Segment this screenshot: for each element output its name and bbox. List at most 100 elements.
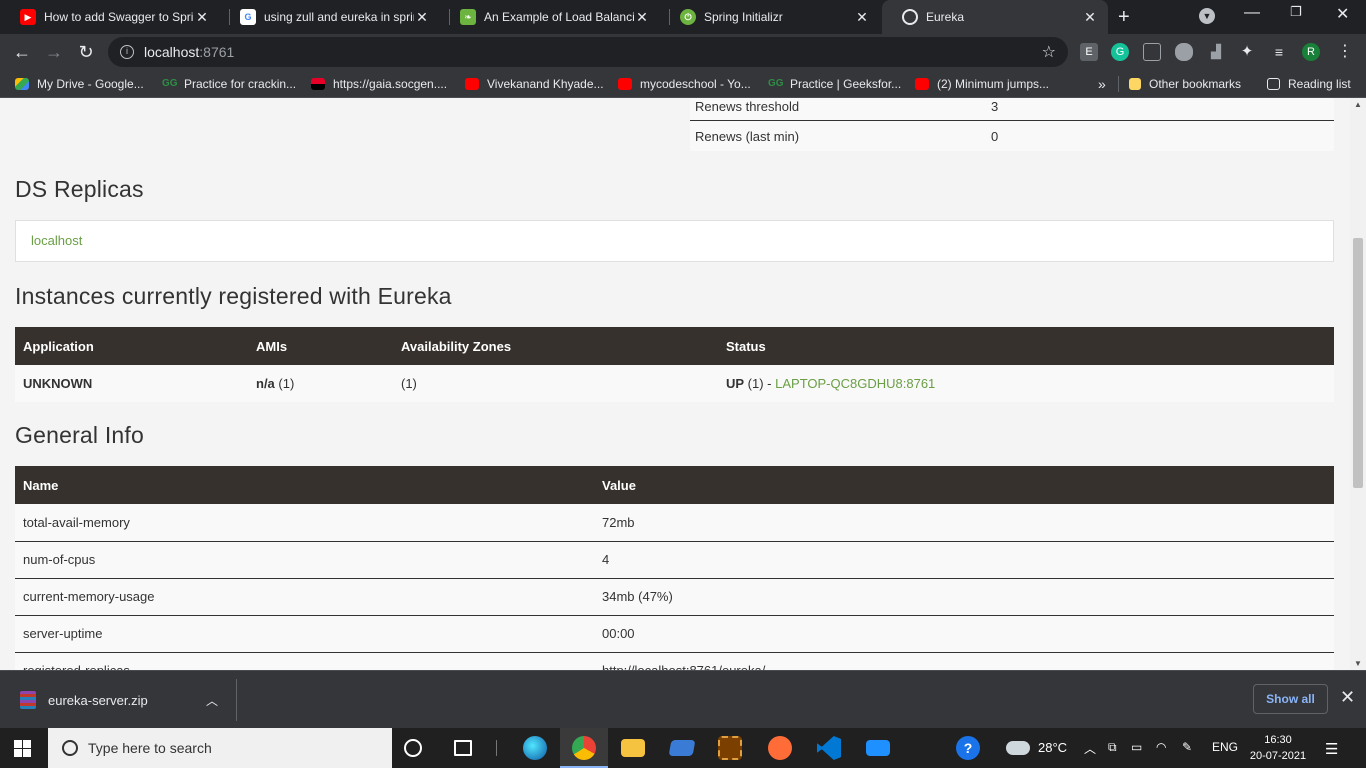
scroll-up-icon[interactable]: ▲ [1354, 100, 1362, 109]
close-tab-icon[interactable]: ✕ [194, 9, 210, 26]
download-item[interactable]: eureka-server.zip ︿ [0, 679, 237, 721]
meet-now-icon[interactable]: ⧉ [1108, 740, 1117, 755]
pen-icon[interactable]: ✎ [1182, 740, 1192, 754]
reload-icon[interactable]: ↻ [74, 40, 98, 64]
media-control-icon[interactable]: ≡ [1270, 43, 1288, 61]
page-scrollbar[interactable]: ▲ ▼ [1350, 98, 1366, 670]
info-name: total-avail-memory [15, 504, 594, 541]
google-icon: G [240, 9, 256, 25]
show-all-button[interactable]: Show all [1253, 684, 1328, 714]
extension-game-icon[interactable] [1175, 43, 1193, 61]
monitor-app-icon[interactable] [866, 740, 890, 756]
youtube-icon [915, 78, 929, 90]
bookmark-geeksforgeeks[interactable]: GG Practice | Geeksfor... [768, 76, 901, 92]
socgen-icon [311, 78, 325, 90]
language-indicator[interactable]: ENG [1212, 740, 1238, 754]
new-tab-button[interactable]: + [1118, 6, 1130, 29]
bookmarks-overflow[interactable]: » [1098, 76, 1106, 92]
vscode-icon[interactable] [817, 736, 841, 760]
lease-name: Renews (last min) [695, 128, 800, 144]
eureka-page: Renews threshold 3 Renews (last min) 0 D… [0, 98, 1350, 670]
bookmark-vivekanand[interactable]: Vivekanand Khyade... [465, 76, 604, 92]
edge-icon[interactable] [523, 736, 547, 760]
column-header: Name [15, 466, 594, 504]
extension-copy-icon[interactable] [1143, 43, 1161, 61]
browser-tab-strip: ▶ How to add Swagger to Sprin ✕ G using … [0, 0, 1366, 34]
bookmark-label: mycodeschool - Yo... [640, 77, 751, 91]
table-row: Renews (last min) 0 [690, 120, 1334, 151]
wifi-icon[interactable]: ◠ [1156, 740, 1166, 754]
grammarly-icon[interactable]: G [1111, 43, 1129, 61]
file-explorer-icon[interactable] [621, 739, 645, 757]
info-value: 00:00 [594, 614, 1334, 652]
status-value: UP [726, 376, 745, 391]
taskbar-search-box[interactable]: Type here to search [48, 728, 392, 768]
postman-icon[interactable] [768, 736, 792, 760]
bookmark-mycodeschool[interactable]: mycodeschool - Yo... [618, 76, 751, 92]
address-host: localhost [144, 44, 200, 60]
close-tab-icon[interactable]: ✕ [414, 9, 430, 26]
general-info-heading: General Info [15, 422, 144, 448]
close-tab-icon[interactable]: ✕ [634, 9, 650, 26]
replica-link[interactable]: localhost [31, 233, 82, 248]
site-info-icon[interactable]: i [120, 45, 134, 59]
chrome-icon[interactable] [572, 736, 596, 760]
windows-taskbar: Type here to search ? 28°C ︿ ⧉ ▭ ◠ ✎ ENG… [0, 728, 1366, 768]
help-icon[interactable]: ? [956, 736, 980, 760]
taskbar-clock[interactable]: 16:30 20-07-2021 [1246, 732, 1310, 764]
bookmark-label: Practice | Geeksfor... [790, 77, 902, 91]
windows-start-icon[interactable] [14, 740, 31, 757]
clock-date: 20-07-2021 [1249, 750, 1307, 762]
ds-replicas-heading: DS Replicas [15, 176, 144, 202]
tab-zuul-eureka[interactable]: G using zull and eureka in sprin ✕ [220, 0, 440, 34]
restore-icon[interactable]: ❐ [1290, 4, 1302, 20]
folder-icon [1129, 78, 1141, 90]
weather-cloud-icon[interactable] [1006, 741, 1030, 755]
gear-app-icon[interactable] [718, 736, 742, 760]
bookmark-practice[interactable]: GG Practice for crackin... [162, 76, 296, 92]
close-shelf-icon[interactable]: ✕ [1340, 687, 1355, 708]
tab-title: using zull and eureka in sprin [264, 10, 414, 24]
menu-icon[interactable]: ⋮ [1336, 43, 1354, 61]
reading-list[interactable]: Reading list [1267, 76, 1351, 92]
tab-swagger[interactable]: ▶ How to add Swagger to Sprin ✕ [0, 0, 220, 34]
tab-eureka[interactable]: Eureka ✕ [882, 0, 1108, 34]
winrar-archive-icon [20, 691, 36, 709]
instance-link[interactable]: LAPTOP-QC8GDHU8:8761 [775, 376, 935, 391]
temperature-text[interactable]: 28°C [1038, 740, 1067, 755]
tab-title: Spring Initializr [704, 10, 783, 24]
profile-avatar[interactable]: R [1302, 43, 1320, 61]
close-window-icon[interactable]: ✕ [1336, 4, 1349, 24]
bookmarks-bar: My Drive - Google... GG Practice for cra… [0, 70, 1366, 98]
scroll-down-icon[interactable]: ▼ [1354, 659, 1362, 668]
youtube-icon [618, 78, 632, 90]
bookmark-my-drive[interactable]: My Drive - Google... [15, 76, 144, 92]
battery-icon[interactable]: ▭ [1131, 740, 1142, 754]
search-placeholder: Type here to search [88, 740, 212, 756]
extension-chart-icon[interactable]: ▟ [1207, 43, 1225, 61]
forward-icon[interactable]: → [42, 40, 66, 64]
bookmark-minimum-jumps[interactable]: (2) Minimum jumps... [915, 76, 1049, 92]
chevron-up-icon[interactable]: ︿ [206, 692, 218, 709]
back-icon[interactable]: ← [10, 40, 34, 64]
info-name: registered-replicas [15, 651, 594, 670]
tab-spring-initializr[interactable]: ⏻ Spring Initializr ✕ [660, 0, 880, 34]
bookmark-gaia[interactable]: https://gaia.socgen.... [311, 76, 447, 92]
extension-e-icon[interactable]: E [1080, 43, 1098, 61]
column-header: Application [15, 327, 248, 365]
laptop-app-icon[interactable] [668, 740, 696, 756]
other-bookmarks[interactable]: Other bookmarks [1129, 76, 1241, 92]
task-view-icon[interactable] [454, 740, 472, 756]
minimize-icon[interactable]: — [1244, 4, 1260, 22]
cortana-icon[interactable] [404, 739, 422, 757]
bookmark-star-icon[interactable]: ☆ [1042, 42, 1056, 62]
extensions-puzzle-icon[interactable]: ✦ [1238, 43, 1256, 61]
close-tab-icon[interactable]: ✕ [854, 9, 870, 26]
scrollbar-thumb[interactable] [1353, 238, 1363, 488]
tray-chevron-icon[interactable]: ︿ [1084, 740, 1096, 757]
notifications-icon[interactable]: ☰ [1325, 740, 1338, 758]
close-tab-icon[interactable]: ✕ [1082, 9, 1098, 26]
tab-load-balancing[interactable]: ❧ An Example of Load Balancing ✕ [440, 0, 660, 34]
address-bar[interactable]: i localhost:8761 ☆ [108, 37, 1068, 67]
tab-search-icon[interactable]: ▼ [1199, 8, 1215, 24]
